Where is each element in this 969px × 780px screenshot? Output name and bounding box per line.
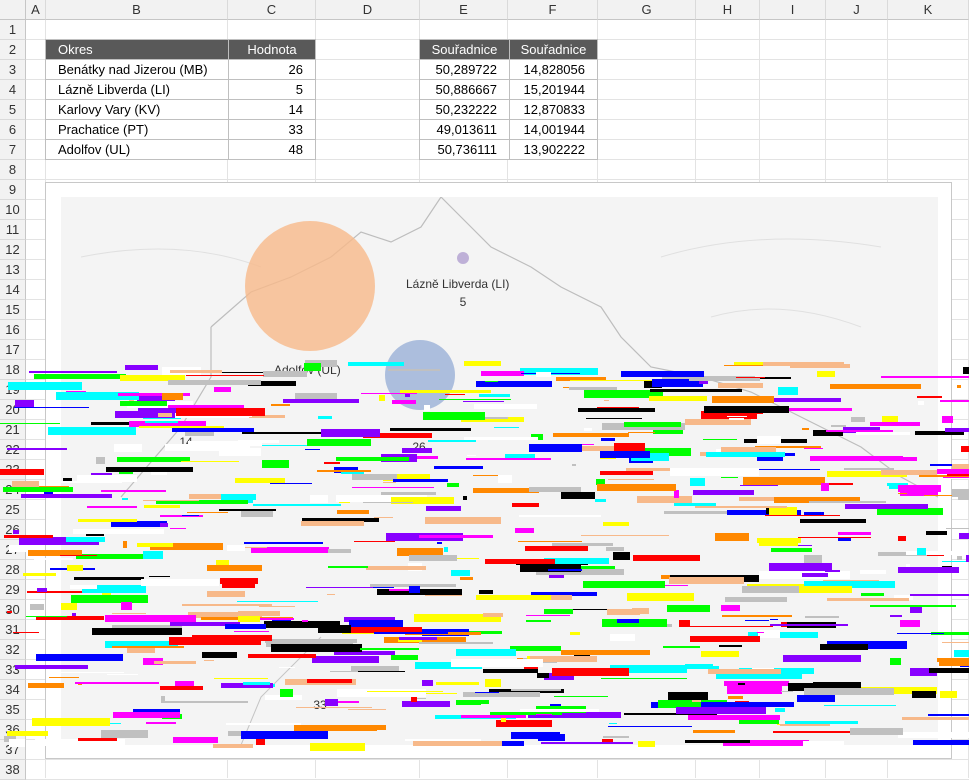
table-cell[interactable]: 14,001944 <box>509 119 598 140</box>
row-header-16[interactable]: 16 <box>0 320 26 340</box>
row-header-9[interactable]: 9 <box>0 180 26 200</box>
district-table: Okres Hodnota Benátky nad Jizerou (MB) 26… <box>45 39 316 160</box>
table-cell[interactable]: 14,828056 <box>509 59 598 80</box>
table-cell[interactable]: Karlovy Vary (KV) <box>45 99 229 120</box>
table-row: 50,232222 12,870833 <box>419 99 598 120</box>
column-header-k[interactable]: K <box>888 0 969 20</box>
table-row: Karlovy Vary (KV) 14 <box>45 99 316 120</box>
column-header-g[interactable]: G <box>598 0 696 20</box>
header-hodnota[interactable]: Hodnota <box>228 39 316 60</box>
column-header-j[interactable]: J <box>826 0 888 20</box>
header-latitude[interactable]: Souřadnice <box>419 39 510 60</box>
header-okres[interactable]: Okres <box>45 39 229 60</box>
table-cell[interactable]: Lázně Libverda (LI) <box>45 79 229 100</box>
row-header-8[interactable]: 8 <box>0 160 26 180</box>
table-cell[interactable]: 12,870833 <box>509 99 598 120</box>
select-all-corner[interactable] <box>0 0 26 20</box>
row-header-4[interactable]: 4 <box>0 80 26 100</box>
row-header-38[interactable]: 38 <box>0 760 26 780</box>
table-cell[interactable]: Prachatice (PT) <box>45 119 229 140</box>
row-header-5[interactable]: 5 <box>0 100 26 120</box>
table-row: Benátky nad Jizerou (MB) 26 <box>45 59 316 80</box>
table-cell[interactable]: 50,736111 <box>419 139 510 160</box>
row-header-7[interactable]: 7 <box>0 140 26 160</box>
table-row: 49,013611 14,001944 <box>419 119 598 140</box>
row-header-11[interactable]: 11 <box>0 220 26 240</box>
column-header-h[interactable]: H <box>696 0 760 20</box>
table-cell[interactable]: Adolfov (UL) <box>45 139 229 160</box>
bubble-libverda[interactable] <box>457 252 469 264</box>
rendering-artifact <box>0 360 969 751</box>
row-header-2[interactable]: 2 <box>0 40 26 60</box>
coordinates-table: Souřadnice Souřadnice 50,289722 14,828056… <box>419 39 598 160</box>
bubble-adolfov[interactable] <box>245 221 375 351</box>
row-header-6[interactable]: 6 <box>0 120 26 140</box>
table-cell[interactable]: 50,232222 <box>419 99 510 120</box>
table-cell[interactable]: Benátky nad Jizerou (MB) <box>45 59 229 80</box>
column-header-a[interactable]: A <box>26 0 46 20</box>
row-header-12[interactable]: 12 <box>0 240 26 260</box>
table-row: Lázně Libverda (LI) 5 <box>45 79 316 100</box>
table-cell[interactable]: 33 <box>228 119 316 140</box>
table-row: Prachatice (PT) 33 <box>45 119 316 140</box>
row-header-3[interactable]: 3 <box>0 60 26 80</box>
table-cell[interactable]: 13,902222 <box>509 139 598 160</box>
table-cell[interactable]: 49,013611 <box>419 119 510 140</box>
table-cell[interactable]: 50,886667 <box>419 79 510 100</box>
row-header-17[interactable]: 17 <box>0 340 26 360</box>
column-header-i[interactable]: I <box>760 0 826 20</box>
row-header-14[interactable]: 14 <box>0 280 26 300</box>
column-header-d[interactable]: D <box>316 0 420 20</box>
row-header-13[interactable]: 13 <box>0 260 26 280</box>
column-header-f[interactable]: F <box>508 0 598 20</box>
column-header-c[interactable]: C <box>228 0 316 20</box>
row-header-1[interactable]: 1 <box>0 20 26 40</box>
table-cell[interactable]: 15,201944 <box>509 79 598 100</box>
table-cell[interactable]: 50,289722 <box>419 59 510 80</box>
table-cell[interactable]: 48 <box>228 139 316 160</box>
column-header-b[interactable]: B <box>46 0 228 20</box>
row-header-10[interactable]: 10 <box>0 200 26 220</box>
header-longitude[interactable]: Souřadnice <box>509 39 598 60</box>
row-header-15[interactable]: 15 <box>0 300 26 320</box>
table-row: 50,736111 13,902222 <box>419 139 598 160</box>
value-libverda: 5 <box>459 295 467 309</box>
table-cell[interactable]: 26 <box>228 59 316 80</box>
table-cell[interactable]: 14 <box>228 99 316 120</box>
column-header-e[interactable]: E <box>420 0 508 20</box>
label-libverda: Lázně Libverda (LI) <box>406 277 510 291</box>
table-row: 50,886667 15,201944 <box>419 79 598 100</box>
table-row: Adolfov (UL) 48 <box>45 139 316 160</box>
table-cell[interactable]: 5 <box>228 79 316 100</box>
table-row: 50,289722 14,828056 <box>419 59 598 80</box>
